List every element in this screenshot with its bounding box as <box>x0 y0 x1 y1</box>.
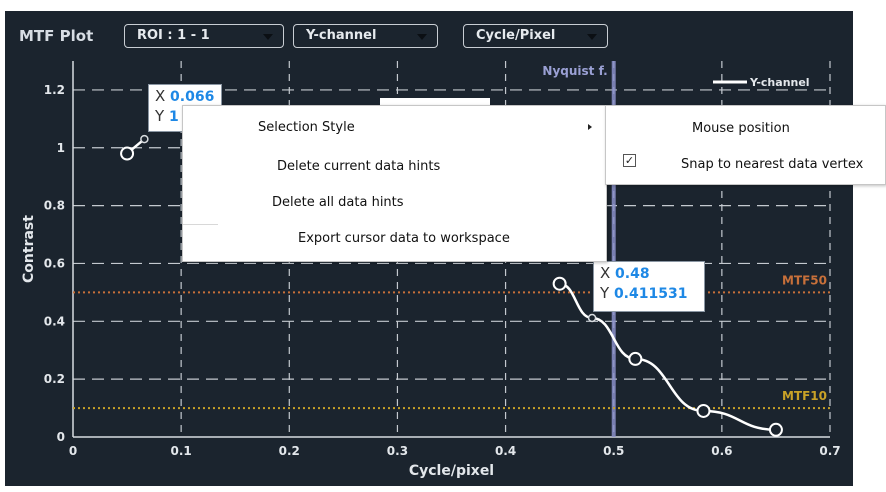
x-axis-label: Cycle/pixel <box>409 463 494 479</box>
checkmark-icon: ✓ <box>623 154 636 167</box>
data-hint-vertex <box>140 134 149 144</box>
x-tick-label: 0.4 <box>495 444 516 458</box>
x-tick-label: 0 <box>69 444 77 458</box>
x-tick-label: 0.5 <box>603 444 624 458</box>
hint-2-x: 0.48 <box>615 266 650 282</box>
data-hint-vertex <box>587 313 597 323</box>
reference-label-mtf10: MTF10 <box>782 389 827 403</box>
hint-x-label: X <box>600 264 616 282</box>
menu-item-selection-style[interactable]: Selection Style <box>258 120 355 135</box>
hint-2-y: 0.411531 <box>613 286 688 302</box>
context-menu: Selection Style Delete current data hint… <box>182 105 607 262</box>
nyquist-label: Nyquist f. <box>542 64 607 78</box>
data-point-marker <box>696 403 711 418</box>
y-tick-label: 0.8 <box>44 199 65 213</box>
x-tick-label: 0.7 <box>819 444 840 458</box>
x-tick-label: 0.3 <box>387 444 408 458</box>
y-tick-label: 0.2 <box>44 372 65 386</box>
legend-label: Y-channel <box>749 76 810 89</box>
menu-item-delete-current-hints[interactable]: Delete current data hints <box>277 159 440 174</box>
menu-item-export-cursor-data[interactable]: Export cursor data to workspace <box>298 231 510 246</box>
hint-1-y: 1 <box>168 109 179 125</box>
data-point-marker <box>120 146 135 161</box>
data-hint-tooltip-2[interactable]: X 0.48 Y 0.411531 <box>593 261 705 312</box>
data-point-marker <box>552 276 567 291</box>
y-axis-label: Contrast <box>21 215 37 283</box>
data-point-marker <box>768 422 783 437</box>
x-tick-label: 0.2 <box>279 444 300 458</box>
hint-y-label: Y <box>155 107 169 125</box>
x-tick-label: 0.6 <box>711 444 732 458</box>
hint-y-label: Y <box>600 284 614 302</box>
menu-separator <box>183 224 218 225</box>
menu-item-delete-all-hints[interactable]: Delete all data hints <box>272 195 404 210</box>
reference-label-mtf50: MTF50 <box>782 273 827 287</box>
y-tick-label: 1.2 <box>44 83 65 97</box>
menu-item-snap-to-vertex[interactable]: Snap to nearest data vertex <box>681 157 863 172</box>
y-tick-label: 0.4 <box>44 314 65 328</box>
hint-1-x: 0.066 <box>170 89 215 105</box>
y-tick-label: 0 <box>57 430 65 444</box>
selection-style-submenu: Mouse position ✓ Snap to nearest data ve… <box>605 105 886 185</box>
data-point-marker <box>628 351 643 366</box>
y-tick-label: 0.6 <box>44 256 65 270</box>
hint-x-label: X <box>155 87 171 105</box>
y-tick-label: 1 <box>57 141 65 155</box>
x-tick-label: 0.1 <box>171 444 192 458</box>
submenu-arrow-icon <box>588 124 592 130</box>
menu-item-mouse-position[interactable]: Mouse position <box>692 121 790 136</box>
